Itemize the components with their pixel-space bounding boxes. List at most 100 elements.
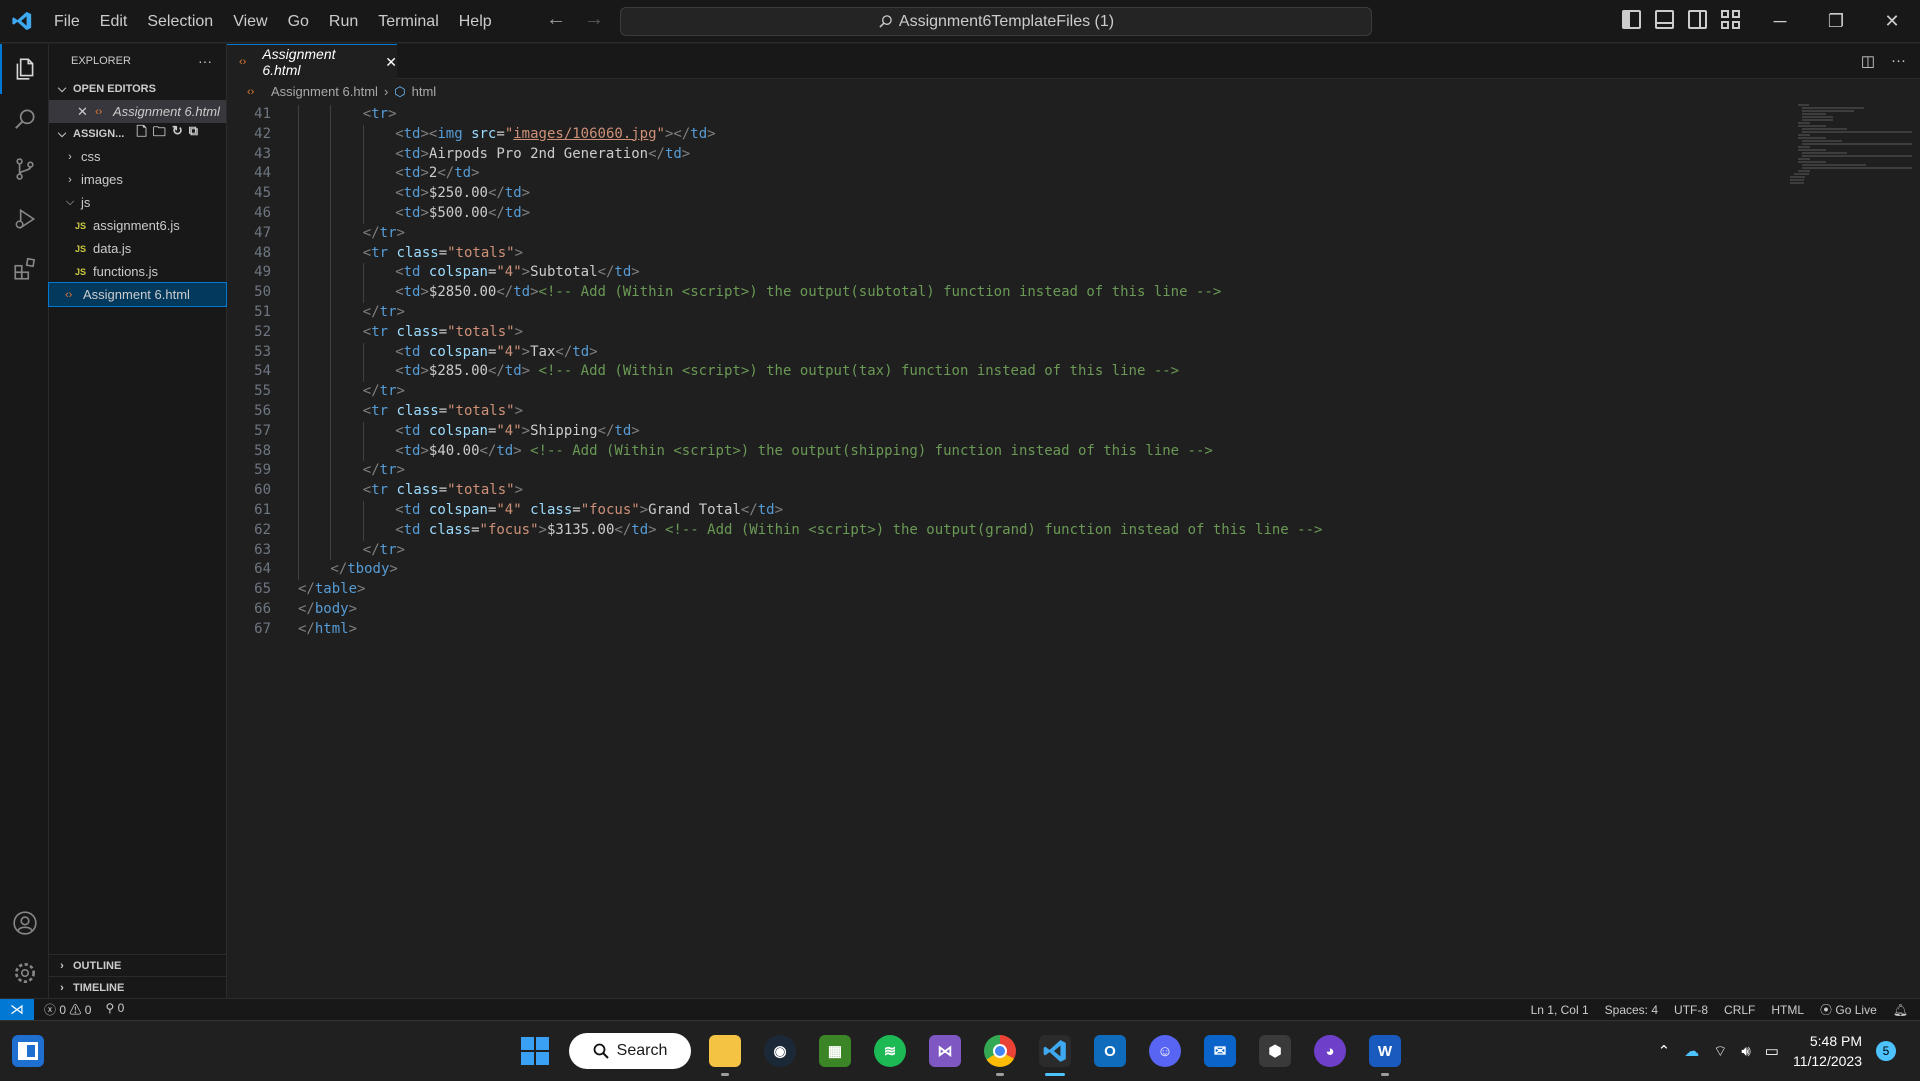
widgets-icon[interactable] (12, 1035, 44, 1067)
more-actions-icon[interactable]: ··· (198, 53, 212, 69)
source-control-activity[interactable] (0, 144, 49, 194)
notification-badge[interactable]: 5 (1876, 1041, 1896, 1061)
code-line[interactable]: 50 <td>$2850.00</td><!-- Add (Within <scr… (227, 283, 1787, 303)
steam-icon[interactable]: ◉ (764, 1035, 796, 1067)
back-arrow-icon[interactable]: ← (546, 8, 566, 31)
volume-icon[interactable]: 🔊︎ (1741, 1043, 1750, 1060)
code-line[interactable]: 54 <td>$285.00</td> <!-- Add (Within <scr… (227, 362, 1787, 383)
problems-indicator[interactable]: ⓧ 0 ⚠ 0 (44, 1001, 91, 1018)
code-line[interactable]: 49 <td colspan="4">Subtotal</td> (227, 263, 1787, 284)
code-line[interactable]: 59 </tr> (227, 461, 1787, 482)
code-line[interactable]: 48 <tr class="totals"> (227, 243, 1787, 264)
close-tab-icon[interactable]: ✕ (385, 54, 397, 71)
cursor-position[interactable]: Ln 1, Col 1 (1531, 1003, 1589, 1017)
chevron-up-icon[interactable]: ⌃ (1658, 1042, 1671, 1060)
code-line[interactable]: 44 <td>2</td> (227, 164, 1787, 185)
tree-file-assignment6-js[interactable]: JS assignment6.js (49, 214, 226, 237)
menu-go[interactable]: Go (278, 0, 319, 43)
menu-selection[interactable]: Selection (137, 0, 223, 43)
explorer-activity[interactable] (0, 44, 49, 94)
mail-icon[interactable]: ✉ (1204, 1035, 1236, 1067)
close-window-icon[interactable]: ✕ (1864, 0, 1920, 43)
tab-assignment6-html[interactable]: ‹› Assignment 6.html ✕ (227, 44, 397, 79)
outline-section[interactable]: › OUTLINE (49, 954, 227, 976)
code-line[interactable]: 64 </tbody> (227, 560, 1787, 581)
split-editor-icon[interactable]: ◫ (1861, 52, 1875, 70)
command-center[interactable]: Assignment6TemplateFiles (1) (620, 7, 1372, 36)
toggle-panel-icon[interactable] (1655, 10, 1674, 29)
code-line[interactable]: 46 <td>$500.00</td> (227, 203, 1787, 224)
code-editor[interactable]: 41 <tr> 42 <td><img src="images/106060.jpg"… (227, 105, 1787, 640)
new-file-icon[interactable]: 🗋 (136, 123, 146, 145)
code-line[interactable]: 51 </tr> (227, 302, 1787, 323)
code-line[interactable]: 47 </tr> (227, 223, 1787, 244)
onedrive-icon[interactable]: ☁ (1684, 1042, 1699, 1060)
taskbar-search[interactable]: Search (569, 1033, 691, 1069)
vscode-logo-icon[interactable] (0, 0, 44, 43)
tree-file-assignment6-html[interactable]: ‹› Assignment 6.html (48, 282, 227, 307)
tree-folder-images[interactable]: › images (49, 168, 226, 191)
menu-run[interactable]: Run (319, 0, 368, 43)
run-debug-activity[interactable] (0, 194, 49, 244)
code-line[interactable]: 67 </html> (227, 620, 1787, 640)
tree-file-data-js[interactable]: JS data.js (49, 237, 226, 260)
minimize-icon[interactable]: ─ (1752, 0, 1808, 43)
windows-start-icon[interactable] (519, 1035, 551, 1067)
accounts-activity[interactable] (0, 898, 49, 948)
code-line[interactable]: 61 <td colspan="4" class="focus">Grand To… (227, 500, 1787, 521)
wifi-icon[interactable]: ⌔ (1713, 1042, 1727, 1061)
minimap[interactable] (1790, 104, 1912, 234)
code-line[interactable]: 55 </tr> (227, 382, 1787, 402)
forward-arrow-icon[interactable]: → (584, 8, 604, 31)
tree-folder-js[interactable]: ⌵ js (49, 191, 226, 214)
open-editor-item[interactable]: ✕ ‹› Assignment 6.html (49, 100, 226, 123)
open-editors-section[interactable]: ⌵ OPEN EDITORS (49, 78, 226, 100)
code-line[interactable]: 65 </table> (227, 580, 1787, 600)
unity-icon[interactable]: ⬢ (1259, 1035, 1291, 1067)
search-activity[interactable] (0, 94, 49, 144)
code-line[interactable]: 58 <td>$40.00</td> <!-- Add (Within <scri… (227, 441, 1787, 462)
remote-indicator-icon[interactable]: ⋊ (0, 998, 34, 1021)
file-explorer-icon[interactable] (709, 1035, 741, 1067)
toggle-primary-sidebar-icon[interactable] (1622, 10, 1641, 29)
tree-file-functions-js[interactable]: JS functions.js (49, 260, 226, 283)
refresh-icon[interactable]: ↻ (172, 123, 183, 145)
clock[interactable]: 5:48 PM 11/12/2023 (1793, 1031, 1862, 1071)
chrome-icon[interactable] (984, 1035, 1016, 1067)
tree-folder-css[interactable]: › css (49, 145, 226, 168)
code-line[interactable]: 66 </body> (227, 600, 1787, 620)
spotify-icon[interactable]: ≋ (874, 1035, 906, 1067)
bell-icon[interactable]: 🔔︎ (1893, 1003, 1908, 1017)
menu-view[interactable]: View (223, 0, 277, 43)
customize-layout-icon[interactable] (1721, 10, 1740, 29)
language-mode[interactable]: HTML (1771, 1003, 1804, 1017)
code-line[interactable]: 43 <td>Airpods Pro 2nd Generation</td> (227, 144, 1787, 165)
close-editor-icon[interactable]: ✕ (77, 104, 95, 120)
code-line[interactable]: 56 <tr class="totals"> (227, 401, 1787, 422)
github-icon[interactable]: ◕ (1314, 1035, 1346, 1067)
manage-activity[interactable] (0, 948, 49, 998)
end-of-line[interactable]: CRLF (1724, 1003, 1755, 1017)
toggle-secondary-sidebar-icon[interactable] (1688, 10, 1707, 29)
breadcrumb-file[interactable]: Assignment 6.html (271, 84, 378, 99)
collapse-all-icon[interactable]: ⧉ (189, 123, 198, 145)
extensions-activity[interactable] (0, 244, 49, 294)
menu-file[interactable]: File (44, 0, 90, 43)
new-folder-icon[interactable]: 🗀 (153, 123, 166, 145)
word-icon[interactable]: W (1369, 1035, 1401, 1067)
code-line[interactable]: 63 </tr> (227, 540, 1787, 561)
ports-indicator[interactable]: ⚲ 0 (105, 1001, 124, 1018)
code-line[interactable]: 62 <td class="focus">$3135.00</td> <!-- A… (227, 520, 1787, 541)
code-line[interactable]: 42 <td><img src="images/106060.jpg"></td> (227, 124, 1787, 145)
discord-icon[interactable]: ☺ (1149, 1035, 1181, 1067)
code-line[interactable]: 53 <td colspan="4">Tax</td> (227, 342, 1787, 363)
workspace-folder-section[interactable]: ⌵ ASSIGN... 🗋 🗀 ↻ ⧉ (49, 123, 226, 145)
menu-help[interactable]: Help (449, 0, 502, 43)
code-line[interactable]: 45 <td>$250.00</td> (227, 184, 1787, 204)
encoding[interactable]: UTF-8 (1674, 1003, 1708, 1017)
visual-studio-icon[interactable]: ⋈ (929, 1035, 961, 1067)
more-editor-actions-icon[interactable]: ··· (1891, 52, 1906, 70)
breadcrumb-symbol[interactable]: html (412, 84, 437, 99)
minecraft-icon[interactable]: ▦ (819, 1035, 851, 1067)
code-line[interactable]: 57 <td colspan="4">Shipping</td> (227, 421, 1787, 442)
